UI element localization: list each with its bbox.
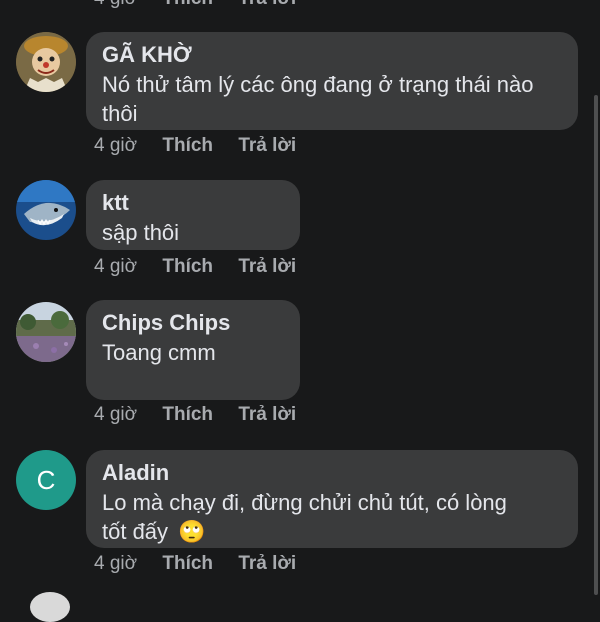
comment-time: 4 giờ [94, 256, 138, 277]
comment-actions: 4 giờ Thích Trả lời [94, 135, 316, 157]
face-with-rolling-eyes-icon: 🙄 [178, 519, 206, 544]
landscape-avatar-icon [16, 302, 76, 362]
comment-bubble[interactable]: Chips Chips Toang cmm [86, 300, 300, 400]
like-button[interactable]: Thích [162, 135, 213, 157]
like-button[interactable]: Thích [162, 404, 213, 426]
comment-text-line: Toang cmm [102, 340, 216, 365]
commenter-name[interactable]: Aladin [102, 458, 562, 488]
comment-time: 4 giờ [94, 0, 137, 10]
like-button[interactable]: Thích [162, 256, 213, 278]
reply-button[interactable]: Trả lời [238, 404, 296, 426]
comment-bubble[interactable]: ktt sập thôi [86, 180, 300, 250]
next-comment-avatar[interactable] [30, 592, 70, 622]
scrollbar[interactable] [594, 95, 598, 595]
comment-actions: 4 giờ Thích Trả lời [94, 256, 316, 278]
avatar[interactable] [16, 180, 76, 240]
clown-avatar-icon [16, 32, 76, 92]
comment-time: 4 giờ [94, 553, 138, 574]
shark-avatar-icon [16, 180, 76, 240]
comment-text-line: thôi [102, 101, 138, 126]
avatar[interactable] [16, 302, 76, 362]
commenter-name[interactable]: GÃ KHỜ [102, 40, 562, 70]
reply-button[interactable]: Trả lời [238, 0, 296, 10]
reply-button[interactable]: Trả lời [238, 135, 296, 157]
comment-actions: 4 giờ Thích Trả lời [94, 404, 316, 426]
comment-bubble[interactable]: Aladin Lo mà chạy đi, đừng chửi chủ tút,… [86, 450, 578, 548]
avatar[interactable]: C [16, 450, 76, 510]
like-button[interactable]: Thích [162, 0, 213, 10]
comment-bubble[interactable]: GÃ KHỜ Nó thử tâm lý các ông đang ở trạn… [86, 32, 578, 130]
reply-button[interactable]: Trả lời [238, 553, 296, 575]
comment-time: 4 giờ [94, 404, 138, 425]
comment-text-line: sập thôi [102, 220, 180, 245]
previous-comment-actions: 4 giờ Thích Trả lời [94, 0, 316, 10]
comment-text-line: Nó thử tâm lý các ông đang ở trạng thái … [102, 72, 534, 97]
comment-actions: 4 giờ Thích Trả lời [94, 553, 316, 575]
avatar-letter: C [36, 464, 56, 495]
comment-text: tốt đấy [102, 519, 169, 544]
like-button[interactable]: Thích [162, 553, 213, 575]
comment-text-line-2: tốt đấy 🙄 [102, 517, 562, 546]
commenter-name[interactable]: Chips Chips [102, 308, 284, 338]
comment-time: 4 giờ [94, 135, 138, 156]
commenter-name[interactable]: ktt [102, 188, 284, 218]
comment-text-line: Lo mà chạy đi, đừng chửi chủ tút, có lòn… [102, 490, 507, 515]
avatar[interactable] [16, 32, 76, 92]
reply-button[interactable]: Trả lời [238, 256, 296, 278]
